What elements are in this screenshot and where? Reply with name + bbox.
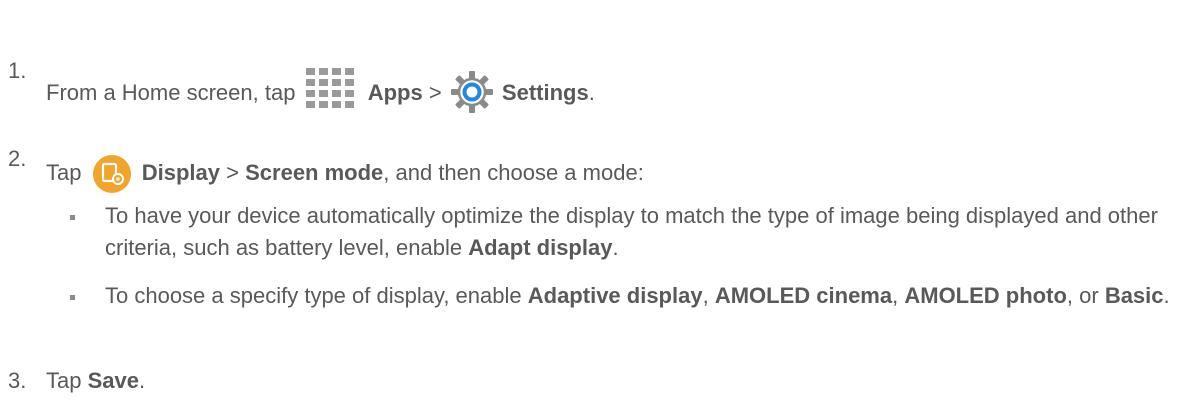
basic-label: Basic: [1104, 283, 1164, 308]
sentence-end: .: [612, 235, 619, 260]
step-number: 1.: [8, 58, 27, 83]
step-number: 2.: [8, 146, 27, 171]
step-text: Tap: [46, 368, 82, 393]
display-icon: [92, 154, 132, 194]
comma: ,: [892, 283, 899, 308]
settings-label: Settings: [501, 80, 589, 105]
bullet-marker: [70, 295, 75, 300]
comma: ,: [702, 283, 709, 308]
separator: >: [226, 160, 239, 185]
display-label: Display: [141, 160, 220, 185]
amoled-photo-label: AMOLED photo: [904, 283, 1067, 308]
bullet-text: To choose a specify type of display, ena…: [105, 283, 522, 308]
sentence-end: .: [139, 368, 146, 393]
save-label: Save: [87, 368, 139, 393]
sentence-end: .: [1163, 283, 1170, 308]
sentence-end: .: [588, 80, 595, 105]
bullet-text: To have your device automatically optimi…: [105, 203, 1158, 260]
settings-gear-icon: [448, 68, 496, 116]
step-text-continued: , and then choose a mode:: [383, 160, 644, 185]
separator: >: [428, 80, 442, 105]
adapt-display-label: Adapt display: [468, 235, 613, 260]
apps-grid-icon: [302, 68, 362, 110]
screen-mode-label: Screen mode: [245, 160, 384, 185]
bullet-marker: [70, 215, 75, 220]
amoled-cinema-label: AMOLED cinema: [714, 283, 893, 308]
step-number: 3.: [8, 368, 27, 393]
step-text: Tap: [46, 160, 82, 185]
adaptive-display-label: Adaptive display: [527, 283, 703, 308]
step-text: From a Home screen, tap: [46, 80, 296, 105]
comma-or: , or: [1066, 283, 1099, 308]
apps-label: Apps: [367, 80, 423, 105]
